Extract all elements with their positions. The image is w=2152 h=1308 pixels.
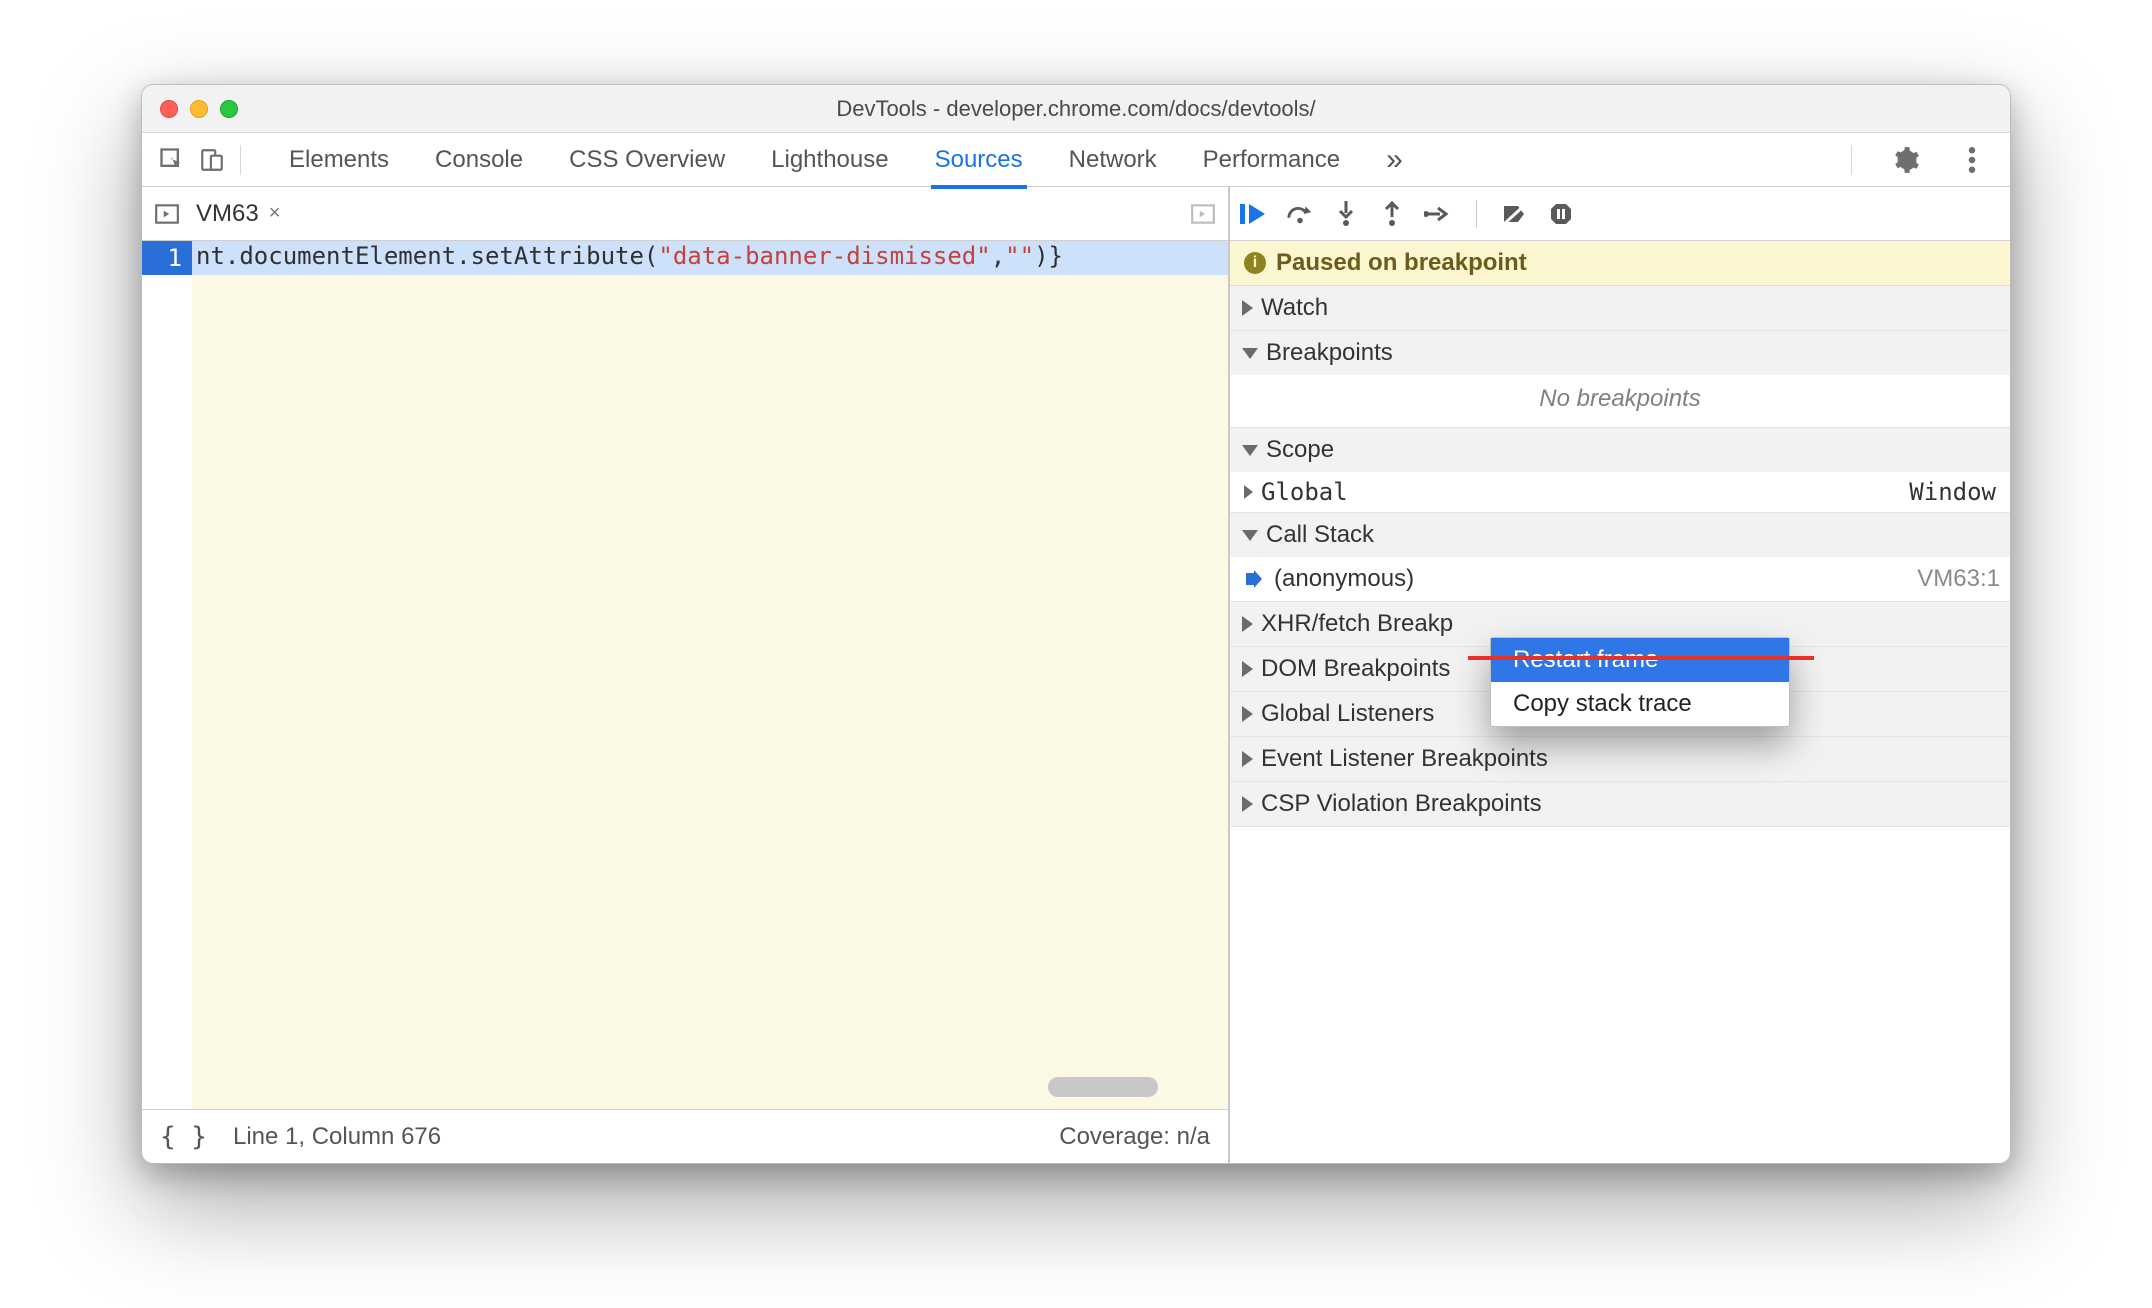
coverage-status: Coverage: n/a bbox=[1059, 1123, 1210, 1151]
step-icon[interactable] bbox=[1424, 200, 1452, 228]
pause-banner: i Paused on breakpoint bbox=[1230, 241, 2010, 286]
pretty-print-icon[interactable]: { } bbox=[160, 1122, 207, 1152]
callstack-context-menu: Restart frame Copy stack trace bbox=[1490, 637, 1790, 727]
line-gutter: 1 bbox=[142, 241, 192, 1109]
current-execution-line: nt.documentElement.setAttribute("data-ba… bbox=[192, 241, 1228, 275]
info-icon: i bbox=[1244, 252, 1266, 274]
section-title: DOM Breakpoints bbox=[1261, 655, 1450, 683]
divider bbox=[1851, 145, 1852, 175]
chevron-down-icon bbox=[1242, 348, 1258, 359]
code-text: )} bbox=[1034, 242, 1063, 270]
tab-lighthouse[interactable]: Lighthouse bbox=[771, 134, 888, 186]
resume-script-icon[interactable] bbox=[1240, 200, 1268, 228]
current-frame-arrow-icon bbox=[1244, 569, 1264, 589]
scope-value: Window bbox=[1909, 478, 1996, 506]
line-number: 1 bbox=[142, 241, 192, 275]
section-watch[interactable]: Watch bbox=[1230, 286, 2010, 331]
divider bbox=[240, 145, 241, 175]
chevron-right-icon bbox=[1242, 300, 1253, 316]
horizontal-scrollbar[interactable] bbox=[1048, 1077, 1158, 1097]
annotation-strike bbox=[1468, 656, 1814, 660]
tab-sources[interactable]: Sources bbox=[935, 134, 1023, 186]
tab-network[interactable]: Network bbox=[1069, 134, 1157, 186]
deactivate-breakpoints-icon[interactable] bbox=[1501, 200, 1529, 228]
step-out-icon[interactable] bbox=[1378, 200, 1406, 228]
code-string: "data-banner-dismissed" bbox=[658, 242, 990, 270]
main-tabbar: Elements Console CSS Overview Lighthouse… bbox=[142, 133, 2010, 187]
show-navigator-icon[interactable] bbox=[148, 201, 186, 227]
file-tab-vm63[interactable]: VM63 × bbox=[186, 187, 290, 240]
chevron-right-icon bbox=[1242, 661, 1253, 677]
window-title: DevTools - developer.chrome.com/docs/dev… bbox=[142, 96, 2010, 122]
device-toolbar-icon[interactable] bbox=[192, 140, 232, 180]
section-title: Watch bbox=[1261, 294, 1328, 322]
tab-overflow-icon[interactable]: » bbox=[1386, 131, 1403, 189]
show-debugger-icon[interactable] bbox=[1184, 201, 1222, 227]
section-call-stack[interactable]: Call Stack (anonymous) VM63:1 bbox=[1230, 513, 2010, 602]
chevron-down-icon bbox=[1242, 445, 1258, 456]
chevron-right-icon bbox=[1242, 706, 1253, 722]
no-breakpoints-label: No breakpoints bbox=[1230, 375, 2010, 427]
code-string: "" bbox=[1005, 242, 1034, 270]
devtools-window: DevTools - developer.chrome.com/docs/dev… bbox=[141, 84, 2011, 1164]
cursor-position: Line 1, Column 676 bbox=[233, 1123, 441, 1151]
chevron-right-icon bbox=[1242, 796, 1253, 812]
chevron-right-icon bbox=[1242, 751, 1253, 767]
code-text: nt.documentElement.setAttribute( bbox=[196, 242, 658, 270]
chevron-right-icon bbox=[1244, 485, 1253, 499]
menu-item-copy-stack-trace[interactable]: Copy stack trace bbox=[1491, 682, 1789, 726]
tab-elements[interactable]: Elements bbox=[289, 134, 389, 186]
code-text: , bbox=[991, 242, 1005, 270]
section-title: Event Listener Breakpoints bbox=[1261, 745, 1548, 773]
inspect-element-icon[interactable] bbox=[152, 140, 192, 180]
tab-console[interactable]: Console bbox=[435, 134, 523, 186]
editor-tabstrip: VM63 × bbox=[142, 187, 1228, 241]
close-tab-icon[interactable]: × bbox=[269, 202, 281, 225]
tab-performance[interactable]: Performance bbox=[1203, 134, 1340, 186]
section-breakpoints[interactable]: Breakpoints No breakpoints bbox=[1230, 331, 2010, 428]
divider bbox=[1476, 200, 1477, 228]
section-scope[interactable]: Scope Global Window bbox=[1230, 428, 2010, 513]
scope-name: Global bbox=[1261, 478, 1348, 506]
step-over-icon[interactable] bbox=[1286, 200, 1314, 228]
step-into-icon[interactable] bbox=[1332, 200, 1360, 228]
work-area: VM63 × 1 nt.documentElement.setAttribute… bbox=[142, 187, 2010, 1163]
panel-tabs: Elements Console CSS Overview Lighthouse… bbox=[289, 131, 1403, 189]
section-csp-breakpoints[interactable]: CSP Violation Breakpoints bbox=[1230, 782, 2010, 827]
editor-column: VM63 × 1 nt.documentElement.setAttribute… bbox=[142, 187, 1230, 1163]
kebab-menu-icon[interactable] bbox=[1952, 140, 1992, 180]
editor-statusbar: { } Line 1, Column 676 Coverage: n/a bbox=[142, 1109, 1228, 1163]
callstack-frame-row[interactable]: (anonymous) VM63:1 bbox=[1230, 557, 2010, 601]
file-tab-label: VM63 bbox=[196, 200, 259, 228]
section-title: Global Listeners bbox=[1261, 700, 1434, 728]
frame-name: (anonymous) bbox=[1274, 565, 1414, 593]
menu-item-restart-frame[interactable]: Restart frame bbox=[1491, 638, 1789, 682]
frame-location: VM63:1 bbox=[1917, 565, 2000, 593]
tab-css-overview[interactable]: CSS Overview bbox=[569, 134, 725, 186]
section-title: Scope bbox=[1266, 436, 1334, 464]
code-surface[interactable]: nt.documentElement.setAttribute("data-ba… bbox=[192, 241, 1228, 1109]
scope-global-row[interactable]: Global Window bbox=[1230, 472, 2010, 512]
section-title: Call Stack bbox=[1266, 521, 1374, 549]
chevron-right-icon bbox=[1242, 616, 1253, 632]
section-title: CSP Violation Breakpoints bbox=[1261, 790, 1542, 818]
pause-reason: Paused on breakpoint bbox=[1276, 249, 1527, 277]
debugger-column: i Paused on breakpoint Watch Breakpoints… bbox=[1230, 187, 2010, 1163]
pause-on-exceptions-icon[interactable] bbox=[1547, 200, 1575, 228]
section-title: Breakpoints bbox=[1266, 339, 1393, 367]
section-title: XHR/fetch Breakp bbox=[1261, 610, 1453, 638]
section-event-listener-breakpoints[interactable]: Event Listener Breakpoints bbox=[1230, 737, 2010, 782]
debugger-toolbar bbox=[1230, 187, 2010, 241]
chevron-down-icon bbox=[1242, 530, 1258, 541]
code-editor[interactable]: 1 nt.documentElement.setAttribute("data-… bbox=[142, 241, 1228, 1109]
settings-gear-icon[interactable] bbox=[1886, 140, 1926, 180]
window-titlebar: DevTools - developer.chrome.com/docs/dev… bbox=[142, 85, 2010, 133]
